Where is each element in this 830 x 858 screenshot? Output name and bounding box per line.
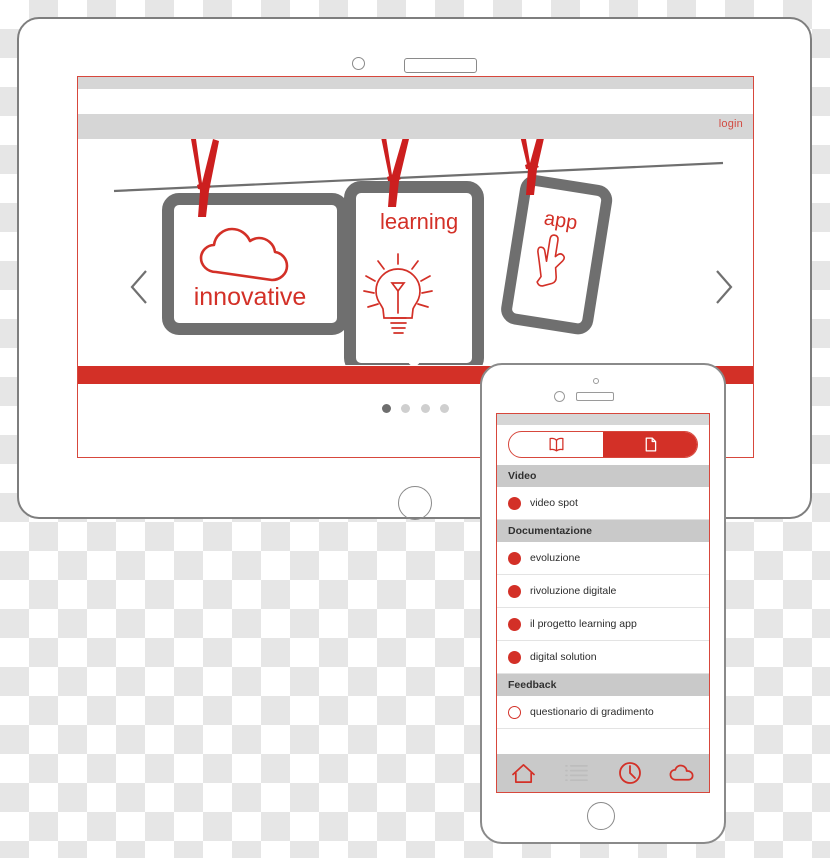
list-item[interactable]: evoluzione [497, 542, 709, 575]
list-item-label: evoluzione [530, 552, 581, 564]
list-item-label: il progetto learning app [530, 618, 637, 630]
carousel-dot[interactable] [401, 404, 411, 413]
tabbar-home[interactable] [502, 757, 546, 789]
list-item-label: digital solution [530, 651, 597, 663]
phone-sensor-dot [593, 378, 599, 384]
tabbar-list[interactable] [555, 757, 599, 789]
list-item-label: video spot [530, 497, 578, 509]
list-item[interactable]: digital solution [497, 641, 709, 674]
chevron-left-icon [130, 270, 147, 304]
clothespin-1 [191, 139, 219, 217]
tablet-browser-topbar [78, 77, 753, 89]
slide-app-device: app [501, 175, 613, 335]
clock-icon [618, 762, 641, 784]
phone-tab-bar [497, 754, 709, 792]
content-list: Video video spot Documentazione evoluzio… [497, 465, 709, 754]
document-icon [645, 437, 656, 452]
section-header-video: Video [497, 465, 709, 487]
slide-learning-device: learning [344, 181, 484, 365]
bullet-icon [508, 617, 521, 631]
home-icon [512, 763, 535, 783]
tab-document[interactable] [603, 432, 697, 457]
segmented-control [508, 431, 698, 458]
list-icon [565, 764, 588, 781]
clothespin-2 [381, 139, 409, 207]
tabbar-clock[interactable] [608, 757, 652, 789]
tabbar-cloud[interactable] [661, 757, 705, 789]
carousel-illustration: innovative learning app [113, 139, 724, 365]
section-header-feedback: Feedback [497, 674, 709, 696]
phone-device: Video video spot Documentazione evoluzio… [480, 363, 726, 844]
tablet-site-navbar [78, 114, 753, 139]
section-header-documentazione: Documentazione [497, 520, 709, 542]
list-item[interactable]: questionario di gradimento [497, 696, 709, 729]
list-item[interactable]: il progetto learning app [497, 608, 709, 641]
phone-screen: Video video spot Documentazione evoluzio… [496, 413, 710, 793]
carousel-dot[interactable] [381, 404, 391, 413]
list-item[interactable]: video spot [497, 487, 709, 520]
tablet-home-button[interactable] [398, 486, 432, 520]
carousel-dot[interactable] [420, 404, 430, 413]
svg-text:innovative: innovative [194, 283, 307, 311]
phone-camera-icon [554, 391, 565, 402]
bullet-icon [508, 705, 521, 719]
phone-status-bar [497, 414, 709, 425]
book-icon [548, 437, 564, 452]
list-item[interactable]: rivoluzione digitale [497, 575, 709, 608]
phone-home-button[interactable] [587, 802, 615, 830]
bullet-icon [508, 650, 521, 664]
carousel-prev-button[interactable] [128, 267, 152, 307]
carousel-dot[interactable] [440, 404, 450, 413]
bullet-icon [508, 496, 521, 510]
phone-speaker-slot [576, 392, 614, 401]
svg-text:learning: learning [380, 209, 458, 234]
chevron-right-icon [716, 270, 733, 304]
cloud-icon [669, 764, 694, 781]
list-item-label: questionario di gradimento [530, 706, 654, 718]
login-link[interactable]: login [719, 118, 743, 130]
list-item-label: rivoluzione digitale [530, 585, 617, 597]
slide-innovative-device: innovative [162, 193, 349, 335]
bullet-icon [508, 551, 521, 565]
tablet-speaker-slot [404, 58, 477, 73]
carousel-stage: innovative learning app [78, 139, 753, 365]
bullet-icon [508, 584, 521, 598]
tab-book[interactable] [509, 432, 603, 457]
tablet-camera-icon [352, 57, 365, 70]
carousel-next-button[interactable] [711, 267, 735, 307]
